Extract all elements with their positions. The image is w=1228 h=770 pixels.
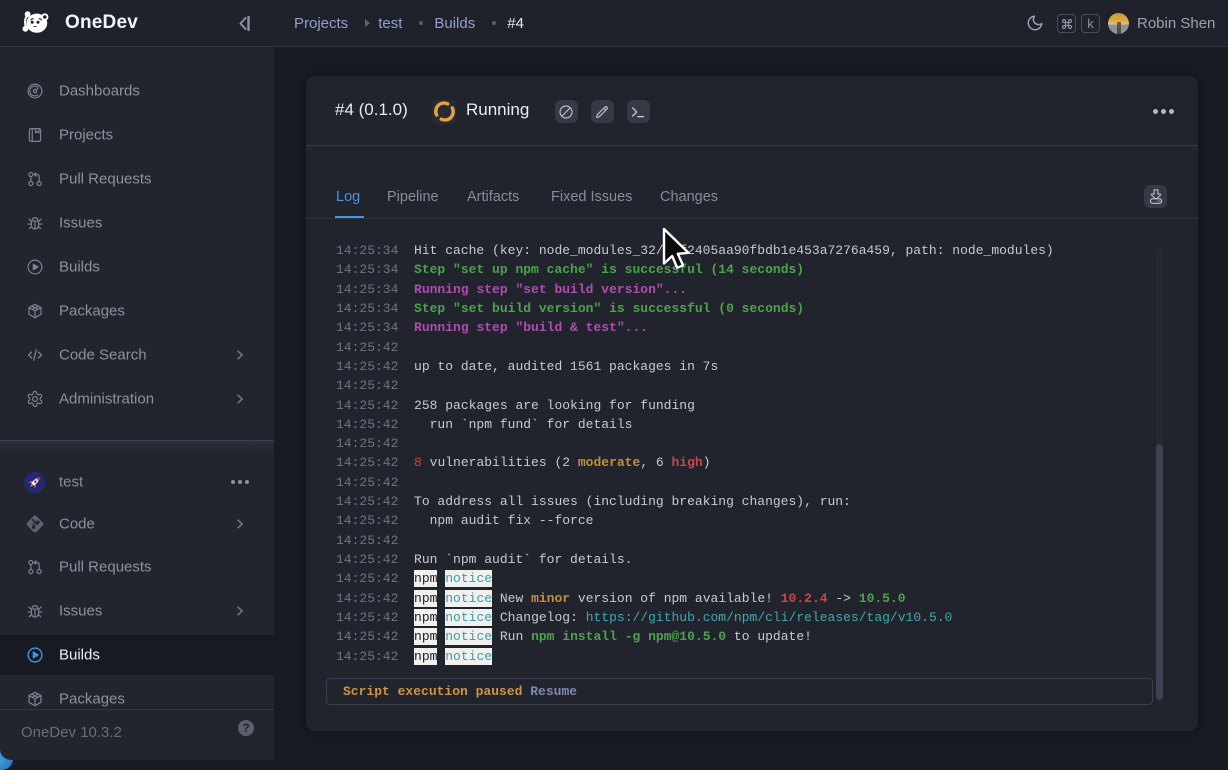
svg-text:?: ? xyxy=(242,721,249,735)
